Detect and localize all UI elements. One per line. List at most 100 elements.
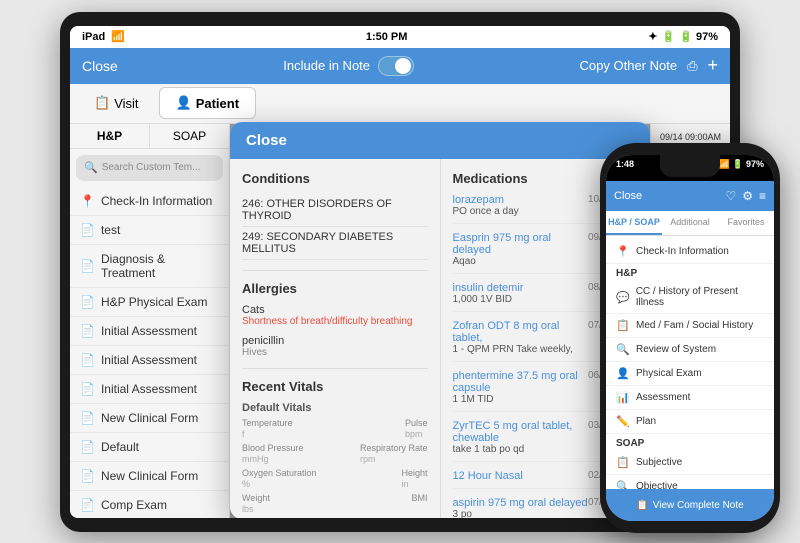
sidebar-item-initial-2[interactable]: 📄 Initial Assessment [70, 346, 229, 375]
subtab-hap[interactable]: H&P [70, 124, 150, 148]
close-button[interactable]: Close [82, 58, 118, 74]
share-icon[interactable]: ⎙ [687, 58, 697, 74]
iphone-view-note-icon: 📋 [636, 500, 648, 511]
iphone-tab-hap-soap[interactable]: H&P / SOAP [606, 211, 662, 235]
iphone-item-physexam[interactable]: 👤 Physical Exam [606, 362, 774, 386]
conditions-title: Conditions [242, 171, 428, 186]
tab-visit[interactable]: 📋 Visit [78, 87, 155, 119]
sidebar-item-new-clinical-2[interactable]: 📄 New Clinical Form [70, 462, 229, 491]
vitals-pulse: Pulse bpm [405, 418, 428, 439]
iphone-nav: Close ♡ ⚙ ≡ [606, 181, 774, 211]
doc-icon-1: 📄 [80, 223, 95, 237]
iphone-device: 1:48 📶 🔋 97% Close ♡ ⚙ ≡ H&P / SOAP Addi… [600, 143, 780, 533]
doc-icon-9: 📄 [80, 469, 95, 483]
sidebar-label-checkin: Check-In Information [101, 194, 212, 208]
iphone-nav-icons: ♡ ⚙ ≡ [725, 189, 766, 203]
allergies-title: Allergies [242, 281, 428, 296]
iphone-medfam-label: Med / Fam / Social History [636, 320, 753, 331]
toggle-knob [395, 58, 411, 74]
iphone-cc-label: CC / History of Present Illness [636, 286, 764, 308]
vitals-row-3: Oxygen Saturation % Height in [242, 468, 428, 489]
iphone-view-note-button[interactable]: 📋 View Complete Note [606, 489, 774, 521]
vitals-bmi: BMI [411, 493, 427, 514]
status-left: iPad 📶 [82, 30, 125, 43]
sidebar-label-hap-exam: H&P Physical Exam [101, 295, 207, 309]
iphone-plan-hap-label: Plan [636, 416, 656, 427]
sidebar-label-default: Default [101, 440, 139, 454]
iphone-assessment-hap-label: Assessment [636, 392, 690, 403]
sidebar-item-default[interactable]: 📄 Default [70, 433, 229, 462]
pulse-label: Pulse [405, 418, 428, 428]
condition-1: 246: OTHER DISORDERS OF THYROID [242, 194, 428, 227]
sidebar-item-checkin[interactable]: 📍 Check-In Information [70, 187, 229, 216]
subtab-soap[interactable]: SOAP [150, 124, 229, 148]
sidebar-label-initial-2: Initial Assessment [101, 353, 197, 367]
iphone-screen: 1:48 📶 🔋 97% Close ♡ ⚙ ≡ H&P / SOAP Addi… [606, 155, 774, 521]
iphone-item-plan-hap[interactable]: ✏️ Plan [606, 410, 774, 434]
modal-header: Close [230, 122, 650, 159]
allergy-secondary-penicillin: Hives [242, 347, 428, 358]
allergy-name-cats: Cats [242, 304, 428, 316]
iphone-item-subjective[interactable]: 📋 Subjective [606, 451, 774, 475]
sidebar-search[interactable]: 🔍 Search Custom Tem... [76, 155, 223, 181]
iphone-ros-label: Review of System [636, 344, 716, 355]
iphone-item-medfam[interactable]: 📋 Med / Fam / Social History [606, 314, 774, 338]
iphone-tab-favorites[interactable]: Favorites [718, 211, 774, 235]
vitals-row-1: Temperature f Pulse bpm [242, 418, 428, 439]
bmi-label: BMI [411, 493, 427, 503]
sidebar-item-initial-3[interactable]: 📄 Initial Assessment [70, 375, 229, 404]
condition-2: 249: SECONDARY DIABETES MELLITUS [242, 227, 428, 260]
iphone-physexam-icon: 👤 [616, 367, 630, 380]
copy-other-note-button[interactable]: Copy Other Note [580, 58, 678, 73]
ipad-status-bar: iPad 📶 1:50 PM ✦ 🔋 🔋 97% [70, 26, 730, 48]
right-panel-date: 09/14 09:00AM [655, 132, 726, 142]
sidebar-item-test[interactable]: 📄 test [70, 216, 229, 245]
sidebar-label-initial-1: Initial Assessment [101, 324, 197, 338]
search-placeholder: Search Custom Tem... [102, 162, 201, 173]
doc-icon-3: 📄 [80, 295, 95, 309]
iphone-tabs: H&P / SOAP Additional Favorites [606, 211, 774, 236]
iphone-item-ros[interactable]: 🔍 Review of System [606, 338, 774, 362]
sidebar-label-comp-exam: Comp Exam [101, 498, 167, 512]
recent-vitals-title: Recent Vitals [242, 379, 428, 394]
sidebar-item-hap-exam[interactable]: 📄 H&P Physical Exam [70, 288, 229, 317]
iphone-tab-additional[interactable]: Additional [662, 211, 718, 235]
modal-left-column: Conditions 246: OTHER DISORDERS OF THYRO… [230, 159, 441, 518]
include-note-toggle[interactable] [378, 56, 414, 76]
iphone-section-hap: H&P [606, 264, 774, 281]
ipad-nav-bar: Close Include in Note Copy Other Note ⎙ … [70, 48, 730, 84]
sidebar-item-initial-1[interactable]: 📄 Initial Assessment [70, 317, 229, 346]
height-label: Height [401, 468, 427, 478]
settings-icon: ⚙ [742, 189, 753, 203]
vitals-row-4: Weight lbs BMI [242, 493, 428, 514]
sidebar-item-comp-exam[interactable]: 📄 Comp Exam [70, 491, 229, 518]
iphone-item-assessment-hap[interactable]: 📊 Assessment [606, 386, 774, 410]
iphone-assessment-hap-icon: 📊 [616, 391, 630, 404]
iphone-close-button[interactable]: Close [614, 190, 642, 202]
visit-icon: 📋 [94, 95, 110, 111]
sidebar-label-new-clinical-1: New Clinical Form [101, 411, 198, 425]
iphone-physexam-label: Physical Exam [636, 368, 702, 379]
patient-icon: 👤 [176, 95, 192, 111]
bp-label: Blood Pressure [242, 443, 304, 453]
tab-patient-label: Patient [196, 96, 239, 111]
add-icon[interactable]: + [707, 55, 718, 76]
weight-unit: lbs [242, 504, 270, 514]
ipad-label: iPad [82, 31, 105, 43]
sidebar-label-test: test [101, 223, 120, 237]
rr-unit: rpm [360, 454, 428, 464]
modal-close-button[interactable]: Close [246, 132, 287, 149]
iphone-item-checkin[interactable]: 📍 Check-In Information [606, 240, 774, 264]
status-right: ✦ 🔋 🔋 97% [648, 30, 718, 43]
iphone-checkin-icon: 📍 [616, 245, 630, 258]
allergy-cats: Cats Shortness of breath/difficulty brea… [242, 304, 428, 327]
iphone-top-area: 1:48 📶 🔋 97% [606, 155, 774, 181]
iphone-item-cc[interactable]: 💬 CC / History of Present Illness [606, 281, 774, 314]
tab-patient[interactable]: 👤 Patient [159, 87, 257, 119]
sidebar-item-new-clinical-1[interactable]: 📄 New Clinical Form [70, 404, 229, 433]
temp-unit: f [242, 429, 293, 439]
vitals-weight: Weight lbs [242, 493, 270, 514]
include-note-label: Include in Note [283, 58, 370, 73]
vitals-row-2: Blood Pressure mmHg Respiratory Rate rpm [242, 443, 428, 464]
sidebar-item-diagnosis[interactable]: 📄 Diagnosis & Treatment [70, 245, 229, 288]
